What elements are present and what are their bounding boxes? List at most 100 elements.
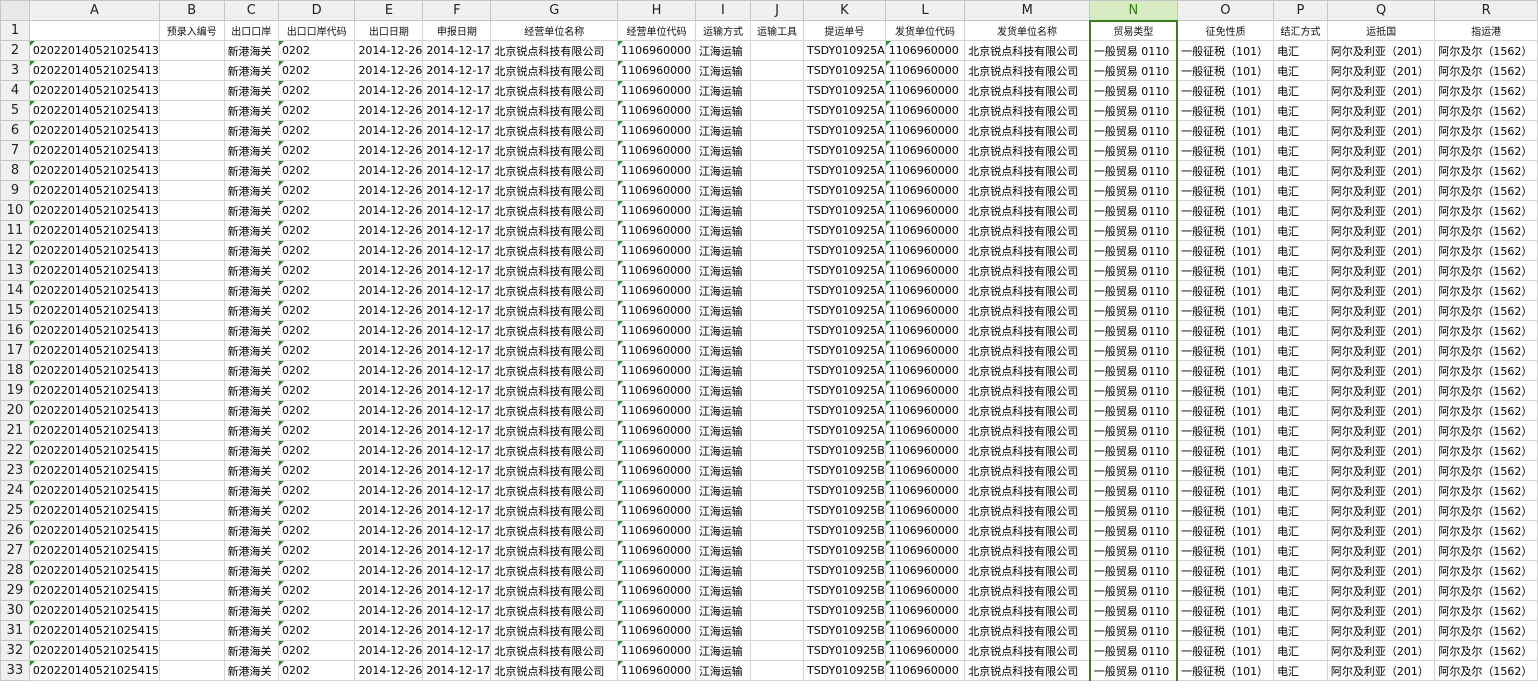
data-cell[interactable]: 1106960000 — [884, 500, 966, 521]
data-cell[interactable]: 1106960000 — [617, 320, 696, 341]
header-cell[interactable]: 指运港 — [1434, 20, 1538, 41]
data-cell[interactable]: 北京锐点科技有限公司 — [490, 60, 619, 81]
data-cell[interactable]: 北京锐点科技有限公司 — [490, 440, 619, 461]
row-header[interactable]: 21 — [0, 420, 30, 441]
data-cell[interactable]: 一般贸易 0110 — [1088, 640, 1179, 661]
row-header[interactable]: 11 — [0, 220, 30, 241]
data-cell[interactable] — [750, 240, 804, 261]
data-cell[interactable]: 江海运输 — [694, 580, 752, 601]
data-cell[interactable]: 一般征税（101） — [1176, 120, 1275, 141]
data-cell[interactable]: 1106960000 — [884, 560, 966, 581]
data-cell[interactable]: 0202 — [277, 100, 356, 121]
data-cell[interactable]: 江海运输 — [694, 260, 752, 281]
data-cell[interactable]: 电汇 — [1273, 180, 1328, 201]
data-cell[interactable]: 一般征税（101） — [1176, 380, 1275, 401]
data-cell[interactable]: 一般征税（101） — [1176, 200, 1275, 221]
data-cell[interactable]: 020220140521025413 — [28, 320, 160, 341]
data-cell[interactable]: 阿尔及利亚（201） — [1326, 520, 1436, 541]
data-cell[interactable]: 2014-12-26 — [354, 400, 424, 421]
data-cell[interactable]: 一般征税（101） — [1176, 240, 1275, 261]
data-cell[interactable]: 2014-12-26 — [354, 40, 424, 61]
data-cell[interactable]: 北京锐点科技有限公司 — [964, 100, 1091, 121]
data-cell[interactable]: 阿尔及利亚（201） — [1326, 180, 1436, 201]
data-cell[interactable]: 江海运输 — [694, 620, 752, 641]
data-cell[interactable]: 1106960000 — [617, 580, 696, 601]
data-cell[interactable]: 020220140521025415 — [28, 600, 160, 621]
data-cell[interactable]: 一般贸易 0110 — [1088, 140, 1179, 161]
data-cell[interactable]: 北京锐点科技有限公司 — [964, 240, 1091, 261]
data-cell[interactable]: 电汇 — [1273, 440, 1328, 461]
data-cell[interactable]: 阿尔及尔（1562） — [1434, 340, 1538, 361]
data-cell[interactable]: 1106960000 — [884, 180, 966, 201]
column-header-a[interactable]: A — [28, 0, 160, 21]
row-header[interactable]: 6 — [0, 120, 30, 141]
data-cell[interactable]: 新港海关 — [223, 360, 279, 381]
data-cell[interactable]: 北京锐点科技有限公司 — [964, 420, 1091, 441]
data-cell[interactable]: 阿尔及尔（1562） — [1434, 620, 1538, 641]
data-cell[interactable]: 1106960000 — [617, 600, 696, 621]
data-cell[interactable]: 1106960000 — [617, 660, 696, 681]
data-cell[interactable]: 一般征税（101） — [1176, 460, 1275, 481]
data-cell[interactable]: 2014-12-26 — [354, 360, 424, 381]
data-cell[interactable] — [158, 480, 225, 501]
data-cell[interactable]: 一般贸易 0110 — [1088, 660, 1179, 681]
data-cell[interactable]: 020220140521025415 — [28, 540, 160, 561]
data-cell[interactable]: 一般贸易 0110 — [1088, 80, 1179, 101]
data-cell[interactable]: 0202 — [277, 140, 356, 161]
data-cell[interactable]: 0202 — [277, 400, 356, 421]
data-cell[interactable] — [158, 220, 225, 241]
data-cell[interactable]: 阿尔及尔（1562） — [1434, 160, 1538, 181]
data-cell[interactable]: 阿尔及尔（1562） — [1434, 320, 1538, 341]
data-cell[interactable]: 020220140521025413 — [28, 100, 160, 121]
data-cell[interactable]: 阿尔及尔（1562） — [1434, 480, 1538, 501]
header-cell[interactable]: 运抵国 — [1326, 20, 1436, 41]
data-cell[interactable]: 阿尔及尔（1562） — [1434, 540, 1538, 561]
data-cell[interactable] — [158, 500, 225, 521]
data-cell[interactable]: 2014-12-26 — [354, 340, 424, 361]
data-cell[interactable]: 2014-12-17 — [422, 200, 492, 221]
data-cell[interactable]: 一般贸易 0110 — [1088, 380, 1179, 401]
data-cell[interactable]: 北京锐点科技有限公司 — [964, 580, 1091, 601]
data-cell[interactable]: 一般征税（101） — [1176, 600, 1275, 621]
data-cell[interactable]: 020220140521025415 — [28, 560, 160, 581]
data-cell[interactable]: 阿尔及利亚（201） — [1326, 400, 1436, 421]
data-cell[interactable]: 一般贸易 0110 — [1088, 120, 1179, 141]
data-cell[interactable]: 江海运输 — [694, 640, 752, 661]
data-cell[interactable]: 江海运输 — [694, 180, 752, 201]
data-cell[interactable]: 2014-12-17 — [422, 180, 492, 201]
data-cell[interactable]: 江海运输 — [694, 480, 752, 501]
column-header-e[interactable]: E — [354, 0, 424, 21]
data-cell[interactable]: 020220140521025413 — [28, 220, 160, 241]
data-cell[interactable]: 电汇 — [1273, 120, 1328, 141]
data-cell[interactable]: 北京锐点科技有限公司 — [964, 540, 1091, 561]
header-cell[interactable]: 提运单号 — [802, 20, 886, 41]
data-cell[interactable]: TSDY010925A — [802, 180, 886, 201]
data-cell[interactable]: TSDY010925B — [802, 560, 886, 581]
data-cell[interactable]: 1106960000 — [884, 640, 966, 661]
row-header[interactable]: 33 — [0, 660, 30, 681]
data-cell[interactable]: 2014-12-17 — [422, 80, 492, 101]
data-cell[interactable] — [750, 560, 804, 581]
data-cell[interactable]: 1106960000 — [884, 480, 966, 501]
data-cell[interactable]: 1106960000 — [884, 200, 966, 221]
header-cell[interactable]: 发货单位代码 — [884, 20, 966, 41]
data-cell[interactable]: 020220140521025415 — [28, 580, 160, 601]
data-cell[interactable]: 020220140521025413 — [28, 80, 160, 101]
header-cell[interactable]: 出口口岸 — [223, 20, 279, 41]
column-header-j[interactable]: J — [750, 0, 804, 21]
data-cell[interactable]: TSDY010925A — [802, 360, 886, 381]
data-cell[interactable]: 1106960000 — [617, 300, 696, 321]
data-cell[interactable]: 北京锐点科技有限公司 — [490, 420, 619, 441]
data-cell[interactable]: 一般贸易 0110 — [1088, 60, 1179, 81]
data-cell[interactable]: 电汇 — [1273, 300, 1328, 321]
data-cell[interactable]: 一般征税（101） — [1176, 620, 1275, 641]
data-cell[interactable]: 阿尔及尔（1562） — [1434, 580, 1538, 601]
data-cell[interactable]: 1106960000 — [617, 240, 696, 261]
data-cell[interactable] — [750, 500, 804, 521]
data-cell[interactable]: 阿尔及尔（1562） — [1434, 280, 1538, 301]
data-cell[interactable]: TSDY010925A — [802, 300, 886, 321]
data-cell[interactable]: 2014-12-26 — [354, 280, 424, 301]
data-cell[interactable]: 0202 — [277, 540, 356, 561]
row-header[interactable]: 13 — [0, 260, 30, 281]
data-cell[interactable]: 电汇 — [1273, 560, 1328, 581]
